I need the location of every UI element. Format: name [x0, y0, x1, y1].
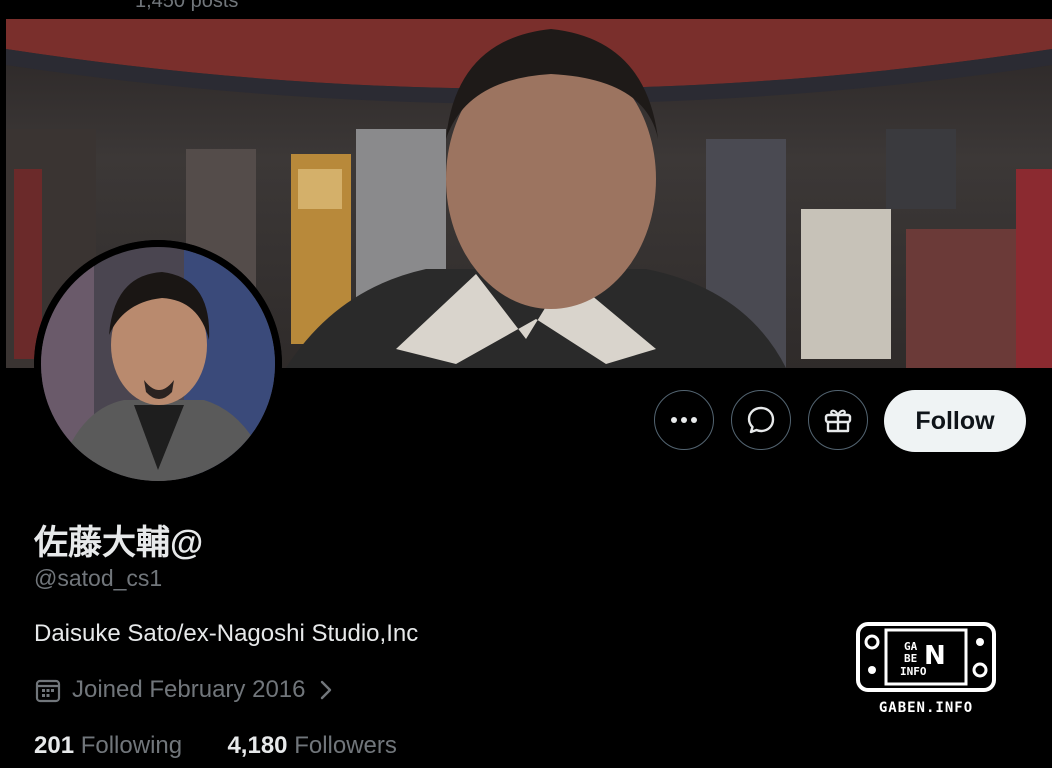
followers-link[interactable]: 4,180 Followers: [227, 732, 396, 759]
following-link[interactable]: 201 Following: [34, 732, 182, 759]
top-bar: 1,450 posts: [0, 0, 1052, 19]
follow-stats: 201 Following 4,180 Followers: [34, 732, 397, 760]
more-icon: [671, 417, 697, 423]
following-count: 201: [34, 732, 75, 759]
bio: Daisuke Sato/ex-Nagoshi Studio,Inc: [34, 620, 419, 647]
followers-count: 4,180: [227, 732, 288, 759]
follow-button[interactable]: Follow: [884, 390, 1026, 452]
avatar[interactable]: [34, 240, 282, 488]
message-button[interactable]: [731, 390, 791, 450]
gift-icon: [824, 409, 852, 433]
handle: @satod_cs1: [34, 565, 163, 591]
watermark-text: GABEN.INFO: [878, 700, 974, 716]
chevron-right-icon: [321, 680, 332, 700]
followers-label: Followers: [294, 732, 397, 759]
svg-text:N: N: [924, 641, 946, 671]
gaben-logo-icon: GA BE INFO N: [856, 622, 996, 692]
watermark-logo: GA BE INFO N GABEN.INFO: [856, 622, 996, 722]
posts-count: 1,450 posts: [135, 0, 239, 12]
joined-label: Joined February 2016: [72, 676, 306, 703]
calendar-icon: [35, 679, 61, 703]
following-label: Following: [80, 732, 183, 759]
gift-button[interactable]: [808, 390, 868, 450]
more-button[interactable]: [654, 390, 714, 450]
joined-date[interactable]: Joined February 2016: [34, 676, 333, 704]
svg-text:BE: BE: [904, 652, 917, 665]
display-name: 佐藤大輔@: [34, 524, 204, 562]
svg-text:INFO: INFO: [900, 665, 927, 678]
message-icon: [747, 406, 775, 434]
